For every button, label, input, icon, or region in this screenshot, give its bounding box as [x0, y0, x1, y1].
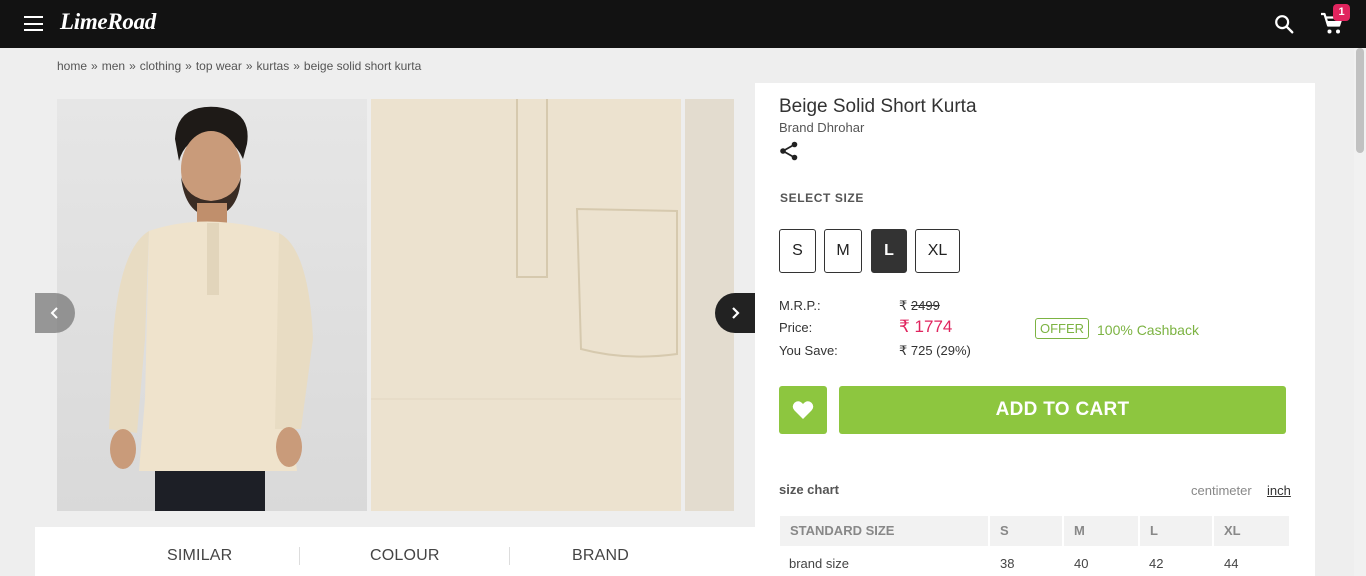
product-image-closeup[interactable] [371, 99, 681, 511]
size-chart-header: STANDARD SIZE [780, 516, 988, 546]
product-image-model[interactable] [57, 99, 367, 511]
search-icon[interactable] [1273, 13, 1295, 35]
size-chart-title: size chart [779, 482, 839, 497]
tab-divider [299, 547, 300, 565]
size-chart-cell: 40 [1074, 556, 1089, 571]
wishlist-button[interactable] [779, 386, 827, 434]
price-value: ₹ 1774 [899, 317, 953, 336]
breadcrumb-home[interactable]: home [57, 59, 87, 73]
unit-inch-toggle[interactable]: inch [1267, 483, 1291, 498]
breadcrumb-separator: » [185, 59, 192, 73]
size-chart-cell: 44 [1224, 556, 1239, 571]
breadcrumb-men[interactable]: men [102, 59, 125, 73]
size-chart-header: L [1140, 516, 1212, 546]
size-chart-header: XL [1214, 516, 1289, 546]
cart-count-badge: 1 [1333, 4, 1350, 21]
mrp-value: ₹ 2499 [899, 298, 940, 314]
product-title: Beige Solid Short Kurta [779, 96, 977, 117]
product-brand[interactable]: Brand Dhrohar [779, 120, 864, 135]
offer-badge: OFFER [1035, 318, 1090, 339]
size-chart-header: M [1064, 516, 1138, 546]
chevron-right-icon [732, 307, 740, 319]
chevron-left-icon [50, 307, 58, 319]
recommendation-tabs: SIMILAR COLOUR BRAND [35, 527, 755, 576]
offer-cashback-text: 100% Cashback [1097, 322, 1199, 338]
breadcrumb-current[interactable]: beige solid short kurta [304, 59, 421, 73]
tab-similar[interactable]: SIMILAR [167, 547, 232, 565]
mrp-amount: 2499 [910, 298, 940, 313]
breadcrumb: home» men» clothing» top wear» kurtas» beige … [57, 59, 421, 73]
add-to-cart-button[interactable]: ADD TO CART [839, 386, 1286, 434]
size-option-l[interactable]: L [871, 229, 907, 273]
mrp-currency: ₹ [899, 298, 908, 313]
size-option-xl[interactable]: XL [915, 229, 960, 273]
price-label: Price: [779, 320, 813, 335]
product-image-gallery [57, 99, 734, 511]
you-save-label: You Save: [779, 343, 838, 358]
breadcrumb-separator: » [245, 59, 253, 73]
hamburger-menu-icon[interactable] [24, 16, 43, 31]
share-icon[interactable] [779, 141, 799, 161]
breadcrumb-top-wear[interactable]: top wear [196, 59, 242, 73]
you-save-value: ₹ 725 (29%) [899, 343, 971, 358]
select-size-label: SELECT SIZE [780, 191, 864, 205]
breadcrumb-separator: » [91, 59, 98, 73]
size-chart-cell: brand size [789, 556, 849, 571]
page-scrollbar[interactable] [1354, 48, 1366, 576]
mrp-label: M.R.P.: [779, 298, 821, 313]
size-option-s[interactable]: S [779, 229, 816, 273]
breadcrumb-kurtas[interactable]: kurtas [257, 59, 290, 73]
tab-divider [509, 547, 510, 565]
gallery-prev-button[interactable] [35, 293, 75, 333]
size-option-m[interactable]: M [824, 229, 862, 273]
size-chart-header: S [990, 516, 1062, 546]
unit-centimeter-toggle[interactable]: centimeter [1191, 483, 1252, 498]
size-chart-cell: 38 [1000, 556, 1015, 571]
breadcrumb-separator: » [129, 59, 136, 73]
breadcrumb-separator: » [293, 59, 300, 73]
size-chart-cell: 42 [1149, 556, 1164, 571]
product-details-panel: Beige Solid Short Kurta Brand Dhrohar SE… [755, 83, 1315, 576]
scrollbar-thumb[interactable] [1356, 48, 1364, 153]
top-header: LimeRoad 1 [0, 0, 1366, 48]
gallery-next-button[interactable] [715, 293, 755, 333]
tab-brand[interactable]: BRAND [572, 547, 629, 565]
heart-icon [792, 401, 814, 419]
brand-logo[interactable]: LimeRoad [60, 9, 156, 35]
tab-colour[interactable]: COLOUR [370, 547, 440, 565]
breadcrumb-clothing[interactable]: clothing [140, 59, 181, 73]
